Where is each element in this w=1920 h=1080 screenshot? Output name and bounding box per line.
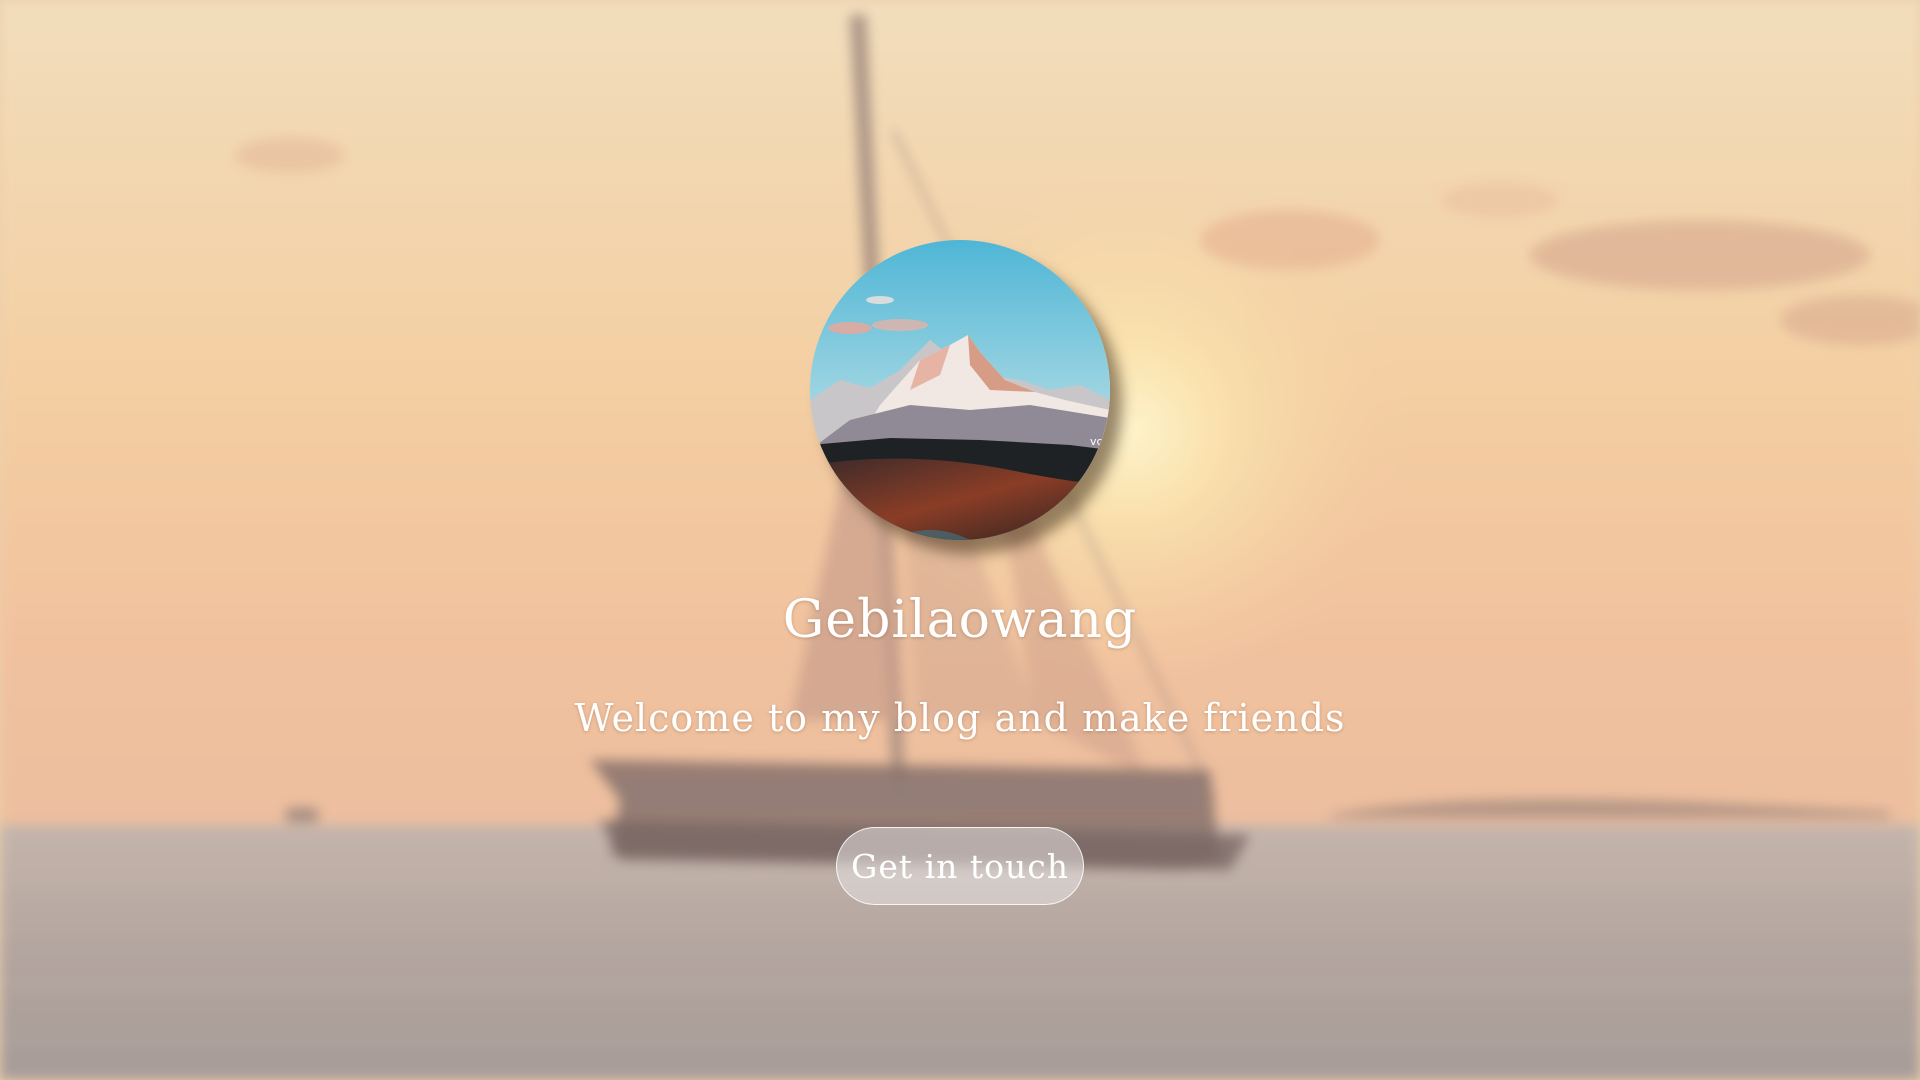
site-title: Gebilaowang	[782, 590, 1138, 650]
avatar[interactable]: vc	[810, 240, 1110, 540]
landing-page: vc Gebilaowang Welcome to my blog and ma…	[0, 0, 1920, 1080]
get-in-touch-button[interactable]: Get in touch	[836, 827, 1084, 905]
tagline: Welcome to my blog and make friends	[574, 696, 1346, 740]
mountain-landscape-icon: vc	[810, 240, 1110, 540]
background-overlay	[0, 0, 1920, 1080]
